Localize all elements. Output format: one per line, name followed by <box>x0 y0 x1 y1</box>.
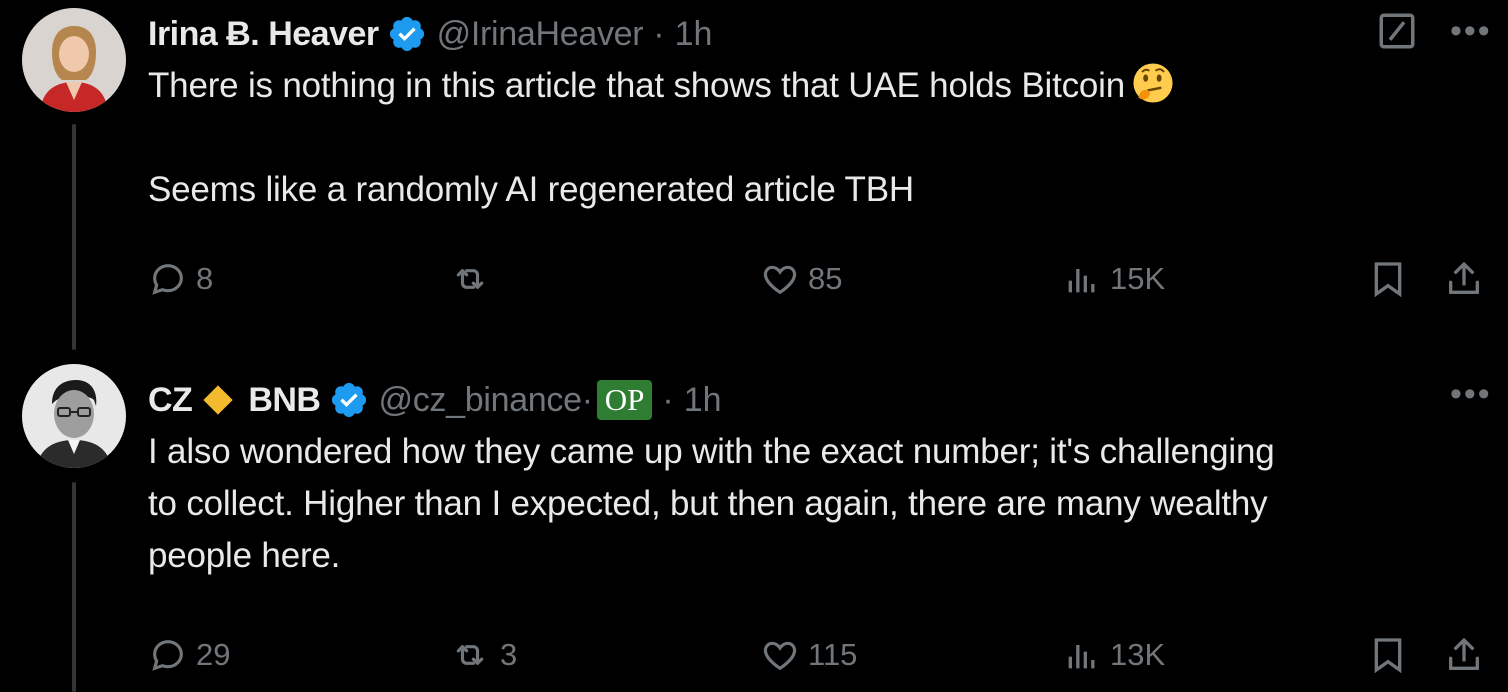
avatar[interactable] <box>22 364 126 468</box>
avatar-photo-icon <box>22 8 126 112</box>
like-button[interactable]: 115 <box>760 630 857 680</box>
author-handle[interactable]: @IrinaHeaver <box>437 8 644 60</box>
bookmark-button[interactable] <box>1368 630 1408 680</box>
views-button[interactable]: 15K <box>1062 254 1165 304</box>
reply-button[interactable]: 29 <box>148 630 230 680</box>
author-name-part-2[interactable]: BNB <box>248 374 321 426</box>
share-icon <box>1449 638 1479 670</box>
retweet-button[interactable]: 3 <box>448 630 517 680</box>
retweet-count: 3 <box>500 637 518 672</box>
views-chart-icon <box>1068 645 1095 669</box>
tweet-text: I also wondered how they came up with th… <box>148 426 1508 582</box>
author-handle[interactable]: @cz_binance· <box>379 374 594 426</box>
tweet-top-actions: ••• <box>1376 10 1492 52</box>
timestamp[interactable]: 1h <box>684 374 722 426</box>
tweet-irina[interactable]: Irina Ƀ. Heaver @IrinaHeaver · 1h There … <box>148 8 1508 216</box>
tweet-text-line: There is nothing in this article that sh… <box>148 66 1126 105</box>
tweet-text: Seems like a randomly AI regenerated art… <box>148 164 1508 216</box>
verified-badge-icon[interactable] <box>387 14 427 54</box>
heart-icon <box>763 641 797 671</box>
separator-dot: · <box>653 15 665 53</box>
like-button[interactable]: 85 <box>760 254 842 304</box>
reply-count: 8 <box>196 261 214 296</box>
view-count: 15K <box>1110 261 1166 296</box>
retweet-icon <box>456 645 484 665</box>
bookmark-icon <box>1374 262 1402 298</box>
separator-dot: · <box>662 381 674 419</box>
bnb-diamond-icon <box>203 385 233 415</box>
thread-connector-line <box>72 482 76 692</box>
reply-count: 29 <box>196 637 231 672</box>
thread-connector-line <box>72 124 76 350</box>
retweet-icon <box>456 269 484 289</box>
like-count: 85 <box>808 261 843 296</box>
thinking-face-icon <box>1133 63 1173 103</box>
retweet-button[interactable] <box>448 254 500 304</box>
author-name-part-1[interactable]: CZ <box>148 374 193 426</box>
heart-icon <box>763 265 797 295</box>
verified-badge-icon[interactable] <box>329 380 369 420</box>
tweet-top-actions: ••• <box>1450 377 1492 411</box>
tweet-text-line: people here. <box>148 536 341 575</box>
more-options-icon[interactable]: ••• <box>1450 14 1492 48</box>
bookmark-icon <box>1374 638 1402 674</box>
tweet-text-line: I also wondered how they came up with th… <box>148 432 1275 471</box>
tweet-text: There is nothing in this article that sh… <box>148 60 1508 112</box>
tweet-text-line: Seems like a randomly AI regenerated art… <box>148 170 914 209</box>
tweet-header: Irina Ƀ. Heaver @IrinaHeaver · 1h <box>148 8 1508 60</box>
tweet-header: CZ BNB @cz_binance· OP · 1h <box>148 374 1508 426</box>
like-count: 115 <box>808 637 858 672</box>
bookmark-button[interactable] <box>1368 254 1408 304</box>
author-name[interactable]: Irina Ƀ. Heaver <box>148 8 379 60</box>
tweet-actions: 8 85 15K <box>148 254 1488 304</box>
views-chart-icon <box>1068 269 1095 293</box>
share-icon <box>1449 262 1479 294</box>
tweet-actions: 29 3 115 13K <box>148 630 1488 680</box>
share-button[interactable] <box>1444 630 1484 680</box>
tweet-text-line: to collect. Higher than I expected, but … <box>148 484 1268 523</box>
timestamp[interactable]: 1h <box>675 8 713 60</box>
views-button[interactable]: 13K <box>1062 630 1165 680</box>
reply-icon <box>152 640 183 671</box>
grok-icon[interactable] <box>1376 10 1418 52</box>
view-count: 13K <box>1110 637 1166 672</box>
avatar[interactable] <box>22 8 126 112</box>
reply-icon <box>152 264 183 295</box>
reply-button[interactable]: 8 <box>148 254 213 304</box>
share-button[interactable] <box>1444 254 1484 304</box>
more-options-icon[interactable]: ••• <box>1450 377 1492 411</box>
avatar-photo-icon <box>22 364 126 468</box>
op-badge: OP <box>596 380 653 420</box>
tweet-cz[interactable]: CZ BNB @cz_binance· OP · 1h I also wonde… <box>148 374 1508 582</box>
